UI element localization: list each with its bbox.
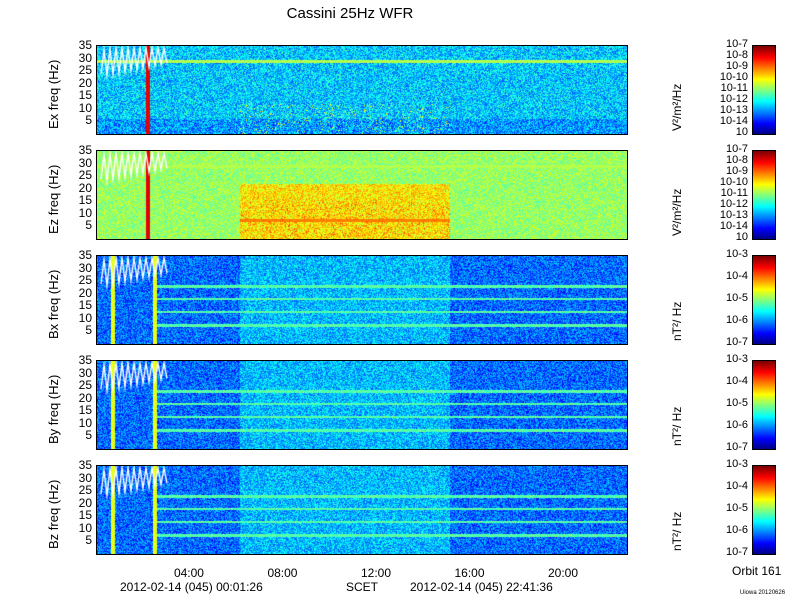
y-tick-label: 15	[78, 88, 92, 103]
colorbar-tick-label: 10-7	[725, 546, 748, 558]
y-tick-label: 30	[78, 50, 92, 65]
y-tick-label: 20	[78, 285, 92, 300]
panel-3: Bx freq (Hz) 5 10 15 20 25 30 35 nT²/ Hz 10-3 10-4…	[0, 248, 800, 355]
spectrogram-image	[97, 46, 627, 134]
y-tick-label: 30	[78, 155, 92, 170]
y-tick-label: 10	[78, 100, 92, 115]
colorbar-tick-label: 10-7	[725, 441, 748, 453]
processing-stamp: Uiowa 20120626	[740, 590, 786, 596]
y-tick-label: 30	[78, 365, 92, 380]
panel-2: Ez freq (Hz) 5 10 15 20 25 30 35 V²/m²/Hz 10-7 10-…	[0, 143, 800, 250]
y-tick-label: 20	[78, 75, 92, 90]
colorbar-gradient	[753, 46, 775, 134]
x-tick-label: 20:00	[548, 566, 579, 580]
y-axis-label: By freq (Hz)	[46, 374, 61, 444]
spectrogram	[96, 255, 628, 345]
y-tick-label: 30	[78, 260, 92, 275]
colorbar-tick-label: 10-6	[725, 524, 748, 536]
y-tick-label: 20	[78, 180, 92, 195]
colorbar-label: V²/m²/Hz	[670, 83, 684, 131]
y-tick-label: 25	[78, 63, 92, 78]
colorbar	[752, 150, 776, 240]
colorbar-tick-label: 10	[735, 231, 748, 243]
spectrogram	[96, 150, 628, 240]
y-tick-label: 5	[85, 533, 92, 548]
y-tick-label: 25	[78, 273, 92, 288]
colorbar	[752, 45, 776, 135]
colorbar-tick-label: 10-6	[725, 314, 748, 326]
y-axis-label: Ex freq (Hz)	[46, 59, 61, 129]
colorbar-tick-label: 10-4	[725, 375, 748, 387]
y-tick-label: 25	[78, 483, 92, 498]
y-tick-label: 5	[85, 113, 92, 128]
y-tick-label: 5	[85, 428, 92, 443]
y-axis-label: Bz freq (Hz)	[46, 479, 61, 549]
x-tick-label: 16:00	[454, 566, 485, 580]
colorbar-tick-label: 10-7	[725, 336, 748, 348]
y-tick-label: 25	[78, 378, 92, 393]
y-tick-label: 15	[78, 193, 92, 208]
y-tick-label: 10	[78, 310, 92, 325]
y-tick-label: 15	[78, 403, 92, 418]
y-tick-label: 35	[78, 248, 92, 262]
panel-4: By freq (Hz) 5 10 15 20 25 30 35 nT²/ Hz 10-3 10-4…	[0, 353, 800, 460]
colorbar	[752, 465, 776, 555]
start-time: 2012-02-14 (045) 00:01:26	[120, 580, 263, 594]
panel-1: Ex freq (Hz) 5 10 15 20 25 30 35 V²/m²/Hz 10-7 10-…	[0, 38, 800, 145]
spectrogram	[96, 465, 628, 555]
y-tick-label: 30	[78, 470, 92, 485]
colorbar-tick-label: 10-5	[725, 397, 748, 409]
y-tick-label: 5	[85, 323, 92, 338]
spectrogram-image	[97, 151, 627, 239]
scet-label: SCET	[346, 580, 379, 594]
colorbar	[752, 360, 776, 450]
y-tick-label: 15	[78, 508, 92, 523]
colorbar-label: nT²/ Hz	[670, 301, 684, 341]
colorbar-tick-label: 10-3	[725, 353, 748, 365]
colorbar-gradient	[753, 361, 775, 449]
y-tick-label: 35	[78, 143, 92, 157]
spectrogram-image	[97, 466, 627, 554]
spectrogram-image	[97, 256, 627, 344]
y-tick-label: 10	[78, 520, 92, 535]
colorbar-tick-label: 10-3	[725, 458, 748, 470]
y-axis-label: Ez freq (Hz)	[46, 164, 61, 234]
y-tick-label: 25	[78, 168, 92, 183]
y-tick-label: 35	[78, 458, 92, 472]
colorbar-tick-label: 10-3	[725, 248, 748, 260]
colorbar-gradient	[753, 256, 775, 344]
colorbar-tick-label: 10-4	[725, 480, 748, 492]
x-tick-label: 04:00	[173, 566, 204, 580]
colorbar-gradient	[753, 151, 775, 239]
spectrogram-image	[97, 361, 627, 449]
y-tick-label: 10	[78, 415, 92, 430]
colorbar-tick-label: 10	[735, 126, 748, 138]
y-tick-label: 20	[78, 495, 92, 510]
y-tick-label: 5	[85, 218, 92, 233]
colorbar-tick-label: 10-4	[725, 270, 748, 282]
colorbar-gradient	[753, 466, 775, 554]
y-tick-label: 10	[78, 205, 92, 220]
spectrogram	[96, 45, 628, 135]
colorbar-label: V²/m²/Hz	[670, 188, 684, 236]
colorbar-label: nT²/ Hz	[670, 406, 684, 446]
colorbar-tick-label: 10-5	[725, 502, 748, 514]
y-axis-label: Bx freq (Hz)	[46, 269, 61, 339]
panel-5: Bz freq (Hz) 5 10 15 20 25 30 35 nT²/ Hz 10-3 10-4…	[0, 458, 800, 565]
colorbar	[752, 255, 776, 345]
orbit-label: Orbit 161	[732, 564, 782, 578]
page-title: Cassini 25Hz WFR	[286, 5, 414, 22]
colorbar-tick-label: 10-6	[725, 419, 748, 431]
y-tick-label: 20	[78, 390, 92, 405]
end-time: 2012-02-14 (045) 22:41:36	[410, 580, 553, 594]
x-tick-label: 08:00	[267, 566, 298, 580]
x-tick-label: 12:00	[360, 566, 391, 580]
spectrogram	[96, 360, 628, 450]
colorbar-label: nT²/ Hz	[670, 511, 684, 551]
y-tick-label: 35	[78, 38, 92, 52]
colorbar-tick-label: 10-5	[725, 292, 748, 304]
y-tick-label: 35	[78, 353, 92, 367]
y-tick-label: 15	[78, 298, 92, 313]
